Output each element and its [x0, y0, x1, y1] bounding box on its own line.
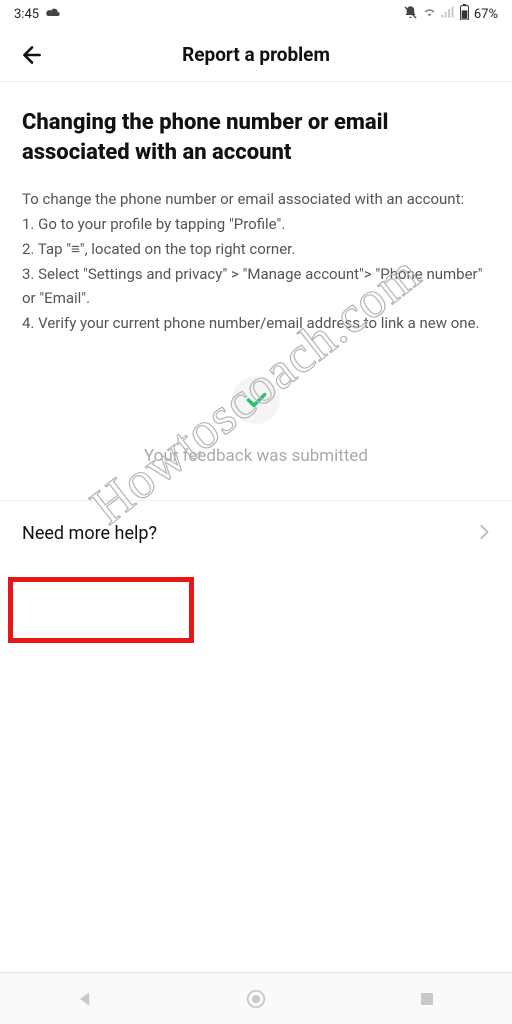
battery-icon [459, 4, 470, 24]
highlight-annotation [8, 577, 194, 643]
signal-icon [441, 6, 455, 22]
circle-icon [245, 988, 267, 1010]
mute-icon [403, 5, 418, 24]
status-time: 3:45 [14, 7, 39, 22]
arrow-left-icon [19, 42, 45, 68]
article-title: Changing the phone number or email assoc… [22, 108, 490, 167]
need-more-help-label: Need more help? [22, 523, 157, 544]
header: Report a problem [0, 28, 512, 82]
article-step: 2. Tap "≡", located on the top right cor… [22, 237, 490, 262]
article-step: 1. Go to your profile by tapping "Profil… [22, 212, 490, 237]
triangle-left-icon [75, 989, 95, 1009]
check-circle [232, 376, 280, 424]
article-step: 4. Verify your current phone number/emai… [22, 311, 490, 336]
feedback-submitted-text: Your feedback was submitted [22, 446, 490, 466]
nav-back-button[interactable] [55, 979, 115, 1019]
cloud-icon [45, 6, 61, 22]
status-bar: 3:45 67% [0, 0, 512, 28]
square-icon [418, 990, 436, 1008]
need-more-help-row[interactable]: Need more help? [0, 500, 512, 567]
article-intro: To change the phone number or email asso… [22, 187, 490, 212]
system-nav-bar [0, 972, 512, 1024]
page-title: Report a problem [0, 43, 512, 66]
feedback-block: Your feedback was submitted [22, 376, 490, 466]
wifi-icon [422, 6, 437, 22]
article-body: To change the phone number or email asso… [22, 187, 490, 336]
battery-percent: 67% [474, 7, 498, 22]
nav-recent-button[interactable] [397, 979, 457, 1019]
article-step: 3. Select "Settings and privacy" > "Mana… [22, 262, 490, 312]
back-button[interactable] [18, 41, 46, 69]
nav-home-button[interactable] [226, 979, 286, 1019]
checkmark-icon [243, 387, 269, 413]
chevron-right-icon [478, 523, 490, 545]
article-content: Changing the phone number or email assoc… [0, 82, 512, 466]
